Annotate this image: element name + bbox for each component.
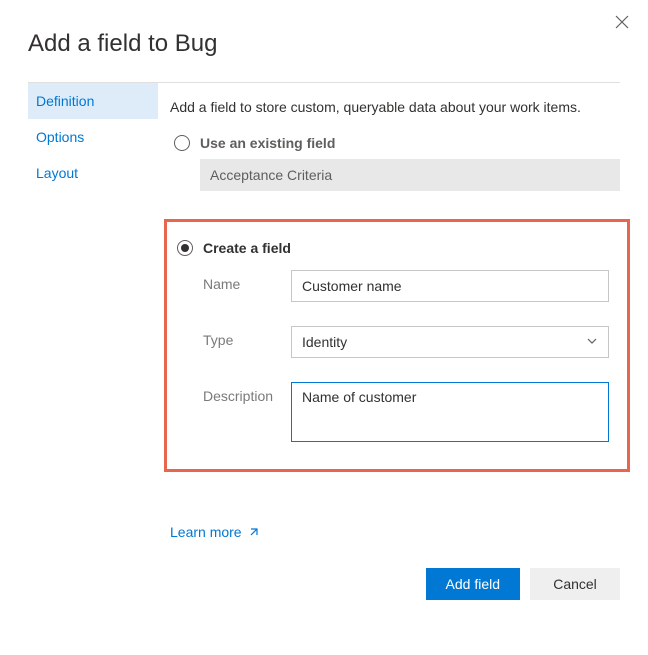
type-label: Type: [203, 326, 291, 348]
create-field-highlight: Create a field Name Type Identity: [164, 219, 630, 472]
create-field-label: Create a field: [203, 240, 291, 256]
name-row: Name: [203, 270, 609, 302]
radio-checked-icon[interactable]: [177, 240, 193, 256]
sidebar-item-definition[interactable]: Definition: [28, 83, 158, 119]
dialog-footer: Add field Cancel: [170, 568, 620, 600]
sidebar-item-options[interactable]: Options: [28, 119, 158, 155]
chevron-down-icon: [586, 334, 598, 350]
type-select[interactable]: Identity: [291, 326, 609, 358]
sidebar: Definition Options Layout: [28, 83, 158, 631]
description-input[interactable]: [291, 382, 609, 442]
dialog-content: Definition Options Layout Add a field to…: [28, 83, 620, 631]
main-panel: Add a field to store custom, queryable d…: [158, 83, 620, 631]
external-link-icon: [248, 526, 260, 538]
learn-more-link[interactable]: Learn more: [170, 524, 260, 540]
sidebar-item-layout[interactable]: Layout: [28, 155, 158, 191]
add-field-button[interactable]: Add field: [426, 568, 520, 600]
existing-field-option[interactable]: Use an existing field: [174, 135, 620, 151]
name-label: Name: [203, 270, 291, 292]
learn-more-label: Learn more: [170, 524, 242, 540]
description-label: Description: [203, 382, 291, 404]
type-row: Type Identity: [203, 326, 609, 358]
existing-field-label: Use an existing field: [200, 135, 335, 151]
dialog-title: Add a field to Bug: [28, 30, 620, 58]
existing-field-input-wrap: [200, 159, 620, 191]
add-field-dialog: Add a field to Bug Definition Options La…: [0, 0, 648, 655]
intro-text: Add a field to store custom, queryable d…: [170, 99, 620, 115]
description-row: Description: [203, 382, 609, 445]
create-field-option[interactable]: Create a field: [177, 240, 609, 256]
name-input[interactable]: [291, 270, 609, 302]
existing-field-select[interactable]: [200, 159, 620, 191]
close-icon: [614, 14, 630, 30]
radio-unchecked-icon[interactable]: [174, 135, 190, 151]
close-button[interactable]: [614, 14, 630, 33]
type-value: Identity: [302, 334, 347, 350]
cancel-button[interactable]: Cancel: [530, 568, 620, 600]
